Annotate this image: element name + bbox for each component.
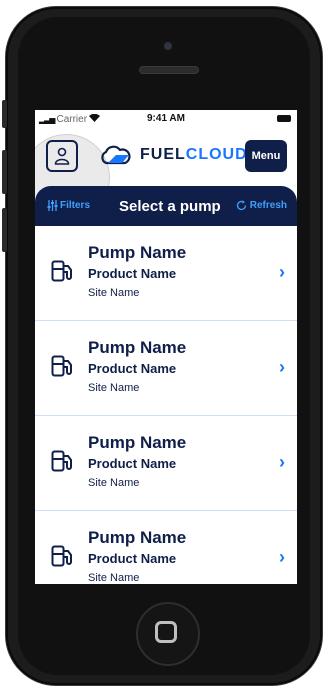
status-time: 9:41 AM	[147, 113, 185, 124]
app-screen: ▂▃▅ Carrier 9:41 AM FUELCLOUD Menu Filte…	[35, 110, 297, 584]
fuel-pump-icon	[51, 260, 72, 282]
pump-name: Pump Name	[88, 433, 187, 452]
fuel-pump-icon	[51, 450, 72, 472]
home-button[interactable]	[136, 602, 200, 666]
user-icon	[54, 147, 70, 165]
profile-button[interactable]	[46, 140, 78, 172]
menu-button[interactable]: Menu	[245, 140, 287, 172]
refresh-label: Refresh	[249, 200, 287, 211]
chevron-right-icon: ›	[279, 452, 285, 472]
site-name: Site Name	[88, 572, 140, 584]
pump-list-item[interactable]: Pump Name Product Name Site Name ›	[35, 511, 297, 584]
site-name: Site Name	[88, 382, 140, 394]
status-bar: ▂▃▅ Carrier 9:41 AM	[35, 110, 297, 128]
fuel-pump-icon	[51, 545, 72, 567]
chevron-right-icon: ›	[279, 357, 285, 377]
product-name: Product Name	[88, 551, 177, 566]
site-name: Site Name	[88, 477, 140, 489]
refresh-button[interactable]: Refresh	[236, 200, 287, 211]
app-header: FUELCLOUD Menu	[35, 128, 297, 221]
product-name: Product Name	[88, 266, 177, 281]
pump-name: Pump Name	[88, 243, 187, 262]
chevron-right-icon: ›	[279, 547, 285, 567]
product-name: Product Name	[88, 456, 177, 471]
carrier-label: Carrier	[56, 113, 88, 125]
page-title: Select a pump	[119, 198, 221, 215]
mute-switch	[2, 100, 7, 128]
fuel-pump-icon	[51, 355, 72, 377]
pump-name: Pump Name	[88, 528, 187, 547]
filters-label: Filters	[60, 200, 91, 211]
filters-button[interactable]: Filters	[47, 200, 90, 211]
carrier-indicator: ▂▃▅ Carrier	[39, 113, 101, 125]
pump-list: Pump Name Product Name Site Name › Pump …	[35, 226, 297, 584]
earpiece-speaker	[139, 66, 199, 74]
filter-icon	[47, 200, 58, 211]
front-camera	[164, 42, 172, 50]
volume-down-button	[2, 208, 7, 252]
logo-wordmark: FUELCLOUD	[140, 146, 248, 163]
pump-name: Pump Name	[88, 338, 187, 357]
volume-up-button	[2, 150, 7, 194]
signal-icon: ▂▃▅	[39, 114, 56, 124]
pump-list-item[interactable]: Pump Name Product Name Site Name ›	[35, 321, 297, 416]
cloud-logo-icon	[101, 145, 131, 165]
battery-icon	[277, 115, 291, 122]
pump-list-item[interactable]: Pump Name Product Name Site Name ›	[35, 416, 297, 511]
pump-list-item[interactable]: Pump Name Product Name Site Name ›	[35, 226, 297, 321]
fuelcloud-logo: FUELCLOUD	[98, 144, 248, 166]
site-name: Site Name	[88, 287, 140, 299]
product-name: Product Name	[88, 361, 177, 376]
home-square-icon	[155, 621, 177, 643]
wifi-icon	[89, 113, 101, 125]
pump-toolbar: Filters Select a pump Refresh	[35, 186, 297, 226]
refresh-icon	[236, 200, 246, 211]
chevron-right-icon: ›	[279, 262, 285, 282]
